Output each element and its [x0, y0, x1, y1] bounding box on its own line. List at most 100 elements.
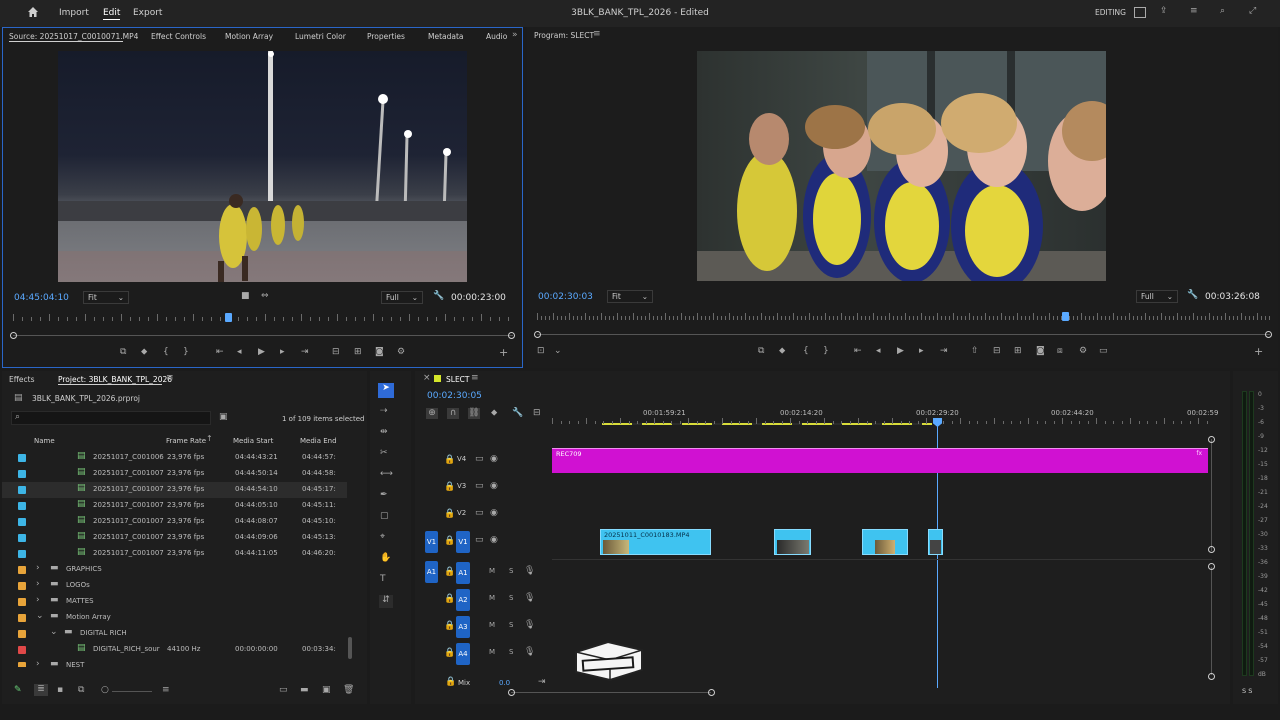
table-row[interactable]: ▤ DIGITAL_RICH_sour 44100 Hz 00:00:00:00… — [2, 642, 347, 658]
mute-icon[interactable]: M — [489, 648, 495, 656]
program-ruler[interactable] — [537, 313, 1270, 321]
camera-icon[interactable]: ⧉ — [120, 347, 126, 357]
microphone-icon[interactable]: 🎙 — [524, 566, 535, 576]
overwrite-icon[interactable]: ⊞ — [354, 347, 362, 357]
step-back-icon[interactable]: ◂ — [237, 347, 242, 357]
chevron-right-icon[interactable]: › — [36, 563, 40, 573]
tab-project[interactable]: Project: 3BLK_BANK_TPL_2026 — [58, 375, 172, 384]
tab-effects[interactable]: Effects — [9, 375, 35, 384]
label-color[interactable] — [18, 662, 26, 667]
mark-out-icon[interactable]: } — [183, 347, 189, 357]
menu-lines-icon[interactable]: ≡ — [166, 373, 174, 383]
label-color[interactable] — [18, 486, 26, 494]
freeform-view-icon[interactable]: ⧉ — [78, 685, 84, 695]
sync-lock-icon[interactable]: ▭ — [475, 535, 484, 545]
wrench-icon[interactable]: 🔧 — [433, 291, 444, 301]
track-select-icon[interactable]: ⇢ — [380, 406, 388, 416]
zoom-handle-left[interactable] — [10, 332, 17, 339]
lock-icon[interactable]: 🔒 — [444, 509, 455, 519]
go-to-in-icon[interactable]: ⇤ — [216, 347, 224, 357]
sort-icon[interactable]: ≡ — [162, 685, 170, 695]
vscroll-handle-bot[interactable] — [1208, 673, 1215, 680]
microphone-icon[interactable]: 🎙 — [524, 647, 535, 657]
track-label[interactable]: A1 — [456, 562, 470, 584]
folder-row[interactable]: ⌄ ▬ Motion Array — [2, 610, 347, 626]
play-icon[interactable]: ▶ — [897, 346, 904, 356]
track-label[interactable]: V4 — [457, 455, 466, 463]
sync-lock-icon[interactable]: ▭ — [475, 481, 484, 491]
step-forward-icon[interactable]: ▸ — [919, 346, 924, 356]
vertical-scroll-a[interactable] — [1211, 567, 1212, 675]
label-color[interactable] — [18, 470, 26, 478]
track-label[interactable]: V2 — [457, 509, 466, 517]
go-to-out-icon[interactable]: ⇥ — [940, 346, 948, 356]
wrench-icon[interactable]: 🔧 — [1187, 290, 1198, 300]
zoom-slider[interactable]: ○ — [101, 685, 109, 695]
folder-icon[interactable]: ▬ — [300, 685, 309, 695]
chevron-down-icon[interactable]: ⌄ — [50, 627, 58, 637]
settings-icon[interactable]: ⚙ — [397, 347, 405, 357]
folder-row[interactable]: › ▬ LOGOs — [2, 578, 347, 594]
lock-icon[interactable]: 🔒 — [444, 594, 455, 604]
label-color[interactable] — [18, 566, 26, 574]
timeline-scroll-bar[interactable] — [511, 692, 711, 693]
marker-icon[interactable]: ⬥ — [779, 346, 785, 356]
pen-tool-icon[interactable]: ✒ — [380, 490, 388, 500]
source-full-dropdown[interactable]: Full ⌄ — [381, 291, 423, 304]
razor-icon[interactable]: ✂ — [380, 448, 388, 458]
table-row[interactable]: ▤ 20251017_C001007 23,976 fps 04:44:09:0… — [2, 530, 347, 546]
v1-clip-3[interactable] — [862, 529, 908, 555]
meter-solo[interactable]: S S — [1242, 687, 1252, 695]
program-fit-dropdown[interactable]: Fit ⌄ — [607, 290, 653, 303]
microphone-icon[interactable]: 🎙 — [524, 593, 535, 603]
project-scrollbar[interactable] — [348, 637, 352, 659]
insert-icon[interactable]: ⊟ — [332, 347, 340, 357]
solo-icon[interactable]: S — [509, 594, 513, 602]
zoom-handle-left[interactable] — [534, 331, 541, 338]
folder-row[interactable]: › ▬ MATTES — [2, 594, 347, 610]
safe-margins-icon[interactable]: ⊡ — [537, 346, 545, 356]
track-label[interactable]: A3 — [456, 616, 470, 638]
source-playhead[interactable] — [225, 313, 232, 322]
col-media-end[interactable]: Media End — [300, 437, 337, 445]
folder-row[interactable]: › ▬ NEST — [2, 658, 347, 667]
adjustment-clip-rec709[interactable]: REC709 fx — [552, 448, 1208, 473]
share-icon[interactable]: ⇪ — [1160, 6, 1168, 16]
marker-icon[interactable]: ⬥ — [141, 347, 147, 357]
linked-selection-icon[interactable]: ⛓ — [468, 408, 480, 419]
trash-icon[interactable]: 🗑 — [343, 685, 354, 695]
go-to-in-icon[interactable]: ⇤ — [854, 346, 862, 356]
solo-icon[interactable]: S — [509, 648, 513, 656]
track-label[interactable]: A2 — [456, 589, 470, 611]
label-color[interactable] — [18, 598, 26, 606]
chevron-right-icon[interactable]: › — [36, 579, 40, 589]
timeline-timecode[interactable]: 00:02:30:05 — [427, 391, 482, 401]
captions-icon[interactable]: ⊟ — [533, 408, 541, 418]
tab-motion-array[interactable]: Motion Array — [225, 32, 273, 41]
mix-value[interactable]: 0.0 — [499, 679, 510, 687]
label-color[interactable] — [18, 646, 26, 654]
magnet-icon[interactable]: ∩ — [447, 408, 459, 419]
mark-out-icon[interactable]: } — [823, 346, 829, 356]
solo-icon[interactable]: S — [509, 621, 513, 629]
zoom-handle-right[interactable] — [508, 332, 515, 339]
chevron-right-icon[interactable]: » — [512, 30, 518, 40]
chevron-right-icon[interactable]: › — [36, 595, 40, 605]
sort-arrow-icon[interactable]: ↑ — [206, 434, 213, 443]
label-color[interactable] — [18, 502, 26, 510]
source-patch-v1[interactable]: V1 — [425, 531, 438, 553]
lock-icon[interactable]: 🔒 — [444, 536, 455, 546]
program-timecode[interactable]: 00:02:30:03 — [538, 292, 593, 302]
track-label[interactable]: A4 — [456, 643, 470, 665]
tab-properties[interactable]: Properties — [367, 32, 405, 41]
tab-metadata[interactable]: Metadata — [428, 32, 464, 41]
table-row[interactable]: ▤ 20251017_C001007 23,976 fps 04:44:54:1… — [2, 482, 347, 498]
label-color[interactable] — [18, 630, 26, 638]
menu-edit[interactable]: Edit — [103, 8, 121, 20]
comparison-icon[interactable]: ⧈ — [1057, 346, 1063, 356]
chevron-down-icon[interactable]: ⌄ — [36, 611, 44, 621]
add-button-icon[interactable]: + — [1254, 345, 1263, 358]
lock-icon[interactable]: 🔒 — [444, 482, 455, 492]
step-back-icon[interactable]: ◂ — [876, 346, 881, 356]
tab-audio[interactable]: Audio — [486, 32, 507, 41]
